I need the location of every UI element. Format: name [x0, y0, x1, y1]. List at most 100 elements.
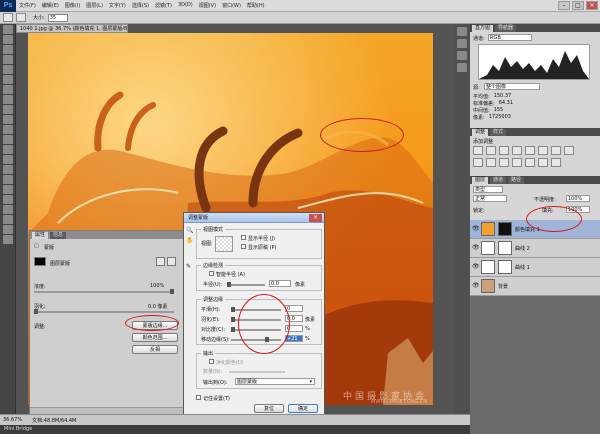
color-range-button[interactable]: 颜色范围...	[132, 333, 178, 342]
tool-icon[interactable]	[3, 45, 13, 54]
ok-button[interactable]: 确定	[288, 404, 318, 413]
document-tab[interactable]: 1040 1.jpg @ 36.7% (颜色填充 1, 图层蒙版/8) *	[16, 24, 128, 33]
output-to-select[interactable]: 图层蒙版 ▾	[235, 378, 315, 385]
tool-icon[interactable]	[3, 165, 13, 174]
tool-icon[interactable]	[3, 225, 13, 234]
gradient-map-icon[interactable]	[538, 158, 548, 167]
maximize-icon[interactable]: □	[572, 1, 584, 10]
layer-kind-filter[interactable]: 类型	[473, 186, 503, 193]
menu-item[interactable]: 图层(L)	[83, 2, 106, 9]
tool-icon[interactable]	[3, 215, 13, 224]
show-radius-checkbox[interactable]	[241, 235, 246, 240]
tab-properties[interactable]: 属性	[32, 232, 49, 239]
threshold-icon[interactable]	[525, 158, 535, 167]
feather-value[interactable]: 0.0 像素	[148, 303, 168, 310]
brightness-icon[interactable]	[473, 146, 483, 155]
tab-histogram[interactable]: 直方图	[472, 25, 494, 32]
hue-icon[interactable]	[538, 146, 548, 155]
size-input[interactable]: 35	[47, 13, 68, 22]
feather-slider[interactable]	[34, 309, 174, 314]
levels-icon[interactable]	[486, 146, 496, 155]
layer-row[interactable]: 👁 曲线 2	[470, 239, 600, 258]
tool-icon[interactable]	[3, 65, 13, 74]
tool-icon[interactable]	[3, 35, 13, 44]
visibility-eye-icon[interactable]: 👁	[472, 283, 480, 289]
swatches-icon[interactable]	[457, 51, 467, 60]
view-mode-thumbnail[interactable]	[215, 236, 233, 252]
tab-navigator[interactable]: 导航器	[495, 25, 517, 32]
vector-mask-icon[interactable]	[167, 257, 176, 266]
posterize-icon[interactable]	[512, 158, 522, 167]
menu-item[interactable]: 3D(D)	[175, 2, 196, 9]
tool-icon[interactable]	[3, 145, 13, 154]
brush-mode-icon[interactable]	[16, 13, 26, 22]
selective-color-icon[interactable]	[551, 158, 561, 167]
tool-icon[interactable]	[3, 115, 13, 124]
invert-button[interactable]: 反相	[132, 345, 178, 354]
channel-mixer-icon[interactable]	[486, 158, 496, 167]
dialog-close-icon[interactable]: ×	[309, 214, 322, 222]
brush-tool-preset-icon[interactable]	[3, 13, 13, 22]
source-select[interactable]: 整个图像	[484, 83, 540, 90]
show-original-checkbox[interactable]	[241, 244, 246, 249]
invert-icon[interactable]	[499, 158, 509, 167]
menu-item[interactable]: 选择(S)	[129, 2, 152, 9]
tool-icon[interactable]	[3, 195, 13, 204]
close-icon[interactable]: ×	[586, 1, 598, 10]
visibility-eye-icon[interactable]: 👁	[472, 226, 480, 232]
menu-item[interactable]: 滤镜(T)	[152, 2, 175, 9]
hand-tool-icon[interactable]: ✋	[186, 237, 193, 244]
layer-row[interactable]: 👁 背景	[470, 277, 600, 296]
visibility-eye-icon[interactable]: 👁	[472, 245, 480, 251]
curves-icon[interactable]	[499, 146, 509, 155]
menu-item[interactable]: 图像(I)	[62, 2, 83, 9]
reset-button[interactable]: 复位	[254, 404, 284, 413]
channel-select[interactable]: RGB	[488, 34, 532, 41]
actions-icon[interactable]	[457, 39, 467, 48]
amount-slider[interactable]	[229, 371, 285, 373]
blend-mode-select[interactable]: 正常	[473, 195, 507, 202]
tab-channels[interactable]: 通道	[490, 177, 507, 184]
tab-paths[interactable]: 路径	[508, 177, 525, 184]
zoom-level[interactable]: 36.67%	[3, 417, 22, 423]
tool-icon[interactable]	[3, 105, 13, 114]
menu-item[interactable]: 帮助(H)	[244, 2, 268, 9]
tab-layers[interactable]: 图层	[472, 177, 489, 184]
vibrance-icon[interactable]	[525, 146, 535, 155]
tool-icon[interactable]	[3, 205, 13, 214]
tool-icon[interactable]	[3, 55, 13, 64]
tool-icon[interactable]	[3, 75, 13, 84]
smart-radius-checkbox[interactable]	[209, 271, 214, 276]
tab-styles[interactable]: 样式	[490, 129, 507, 136]
tool-icon[interactable]	[3, 135, 13, 144]
tool-icon[interactable]	[3, 185, 13, 194]
menu-item[interactable]: 视图(V)	[196, 2, 219, 9]
photo-filter-icon[interactable]	[473, 158, 483, 167]
tool-icon[interactable]	[3, 235, 13, 244]
bw-icon[interactable]	[564, 146, 574, 155]
layer-mask-thumbnail[interactable]	[498, 260, 512, 274]
menu-item[interactable]: 文字(Y)	[106, 2, 129, 9]
tool-icon[interactable]	[3, 175, 13, 184]
refine-brush-icon[interactable]: ✎	[186, 263, 191, 270]
tool-icon[interactable]	[3, 85, 13, 94]
history-icon[interactable]	[457, 27, 467, 36]
layer-mask-thumbnail[interactable]	[498, 222, 512, 236]
tab-adjustments[interactable]: 调整	[472, 129, 489, 136]
zoom-tool-icon[interactable]: 🔍	[186, 227, 193, 234]
tool-icon[interactable]	[3, 125, 13, 134]
color-balance-icon[interactable]	[551, 146, 561, 155]
density-slider[interactable]	[34, 289, 174, 294]
density-value[interactable]: 100%	[150, 283, 164, 289]
layer-row[interactable]: 👁 曲线 1	[470, 258, 600, 277]
menu-item[interactable]: 窗口(W)	[219, 2, 244, 9]
remember-settings-checkbox[interactable]	[196, 395, 201, 400]
decontaminate-checkbox[interactable]	[209, 359, 214, 364]
menu-item[interactable]: 文件(F)	[16, 2, 39, 9]
radius-slider[interactable]	[227, 282, 265, 287]
minimize-icon[interactable]: –	[558, 1, 570, 10]
character-icon[interactable]	[457, 63, 467, 72]
tool-icon[interactable]	[3, 25, 13, 34]
visibility-eye-icon[interactable]: 👁	[472, 264, 480, 270]
menu-item[interactable]: 编辑(E)	[39, 2, 62, 9]
